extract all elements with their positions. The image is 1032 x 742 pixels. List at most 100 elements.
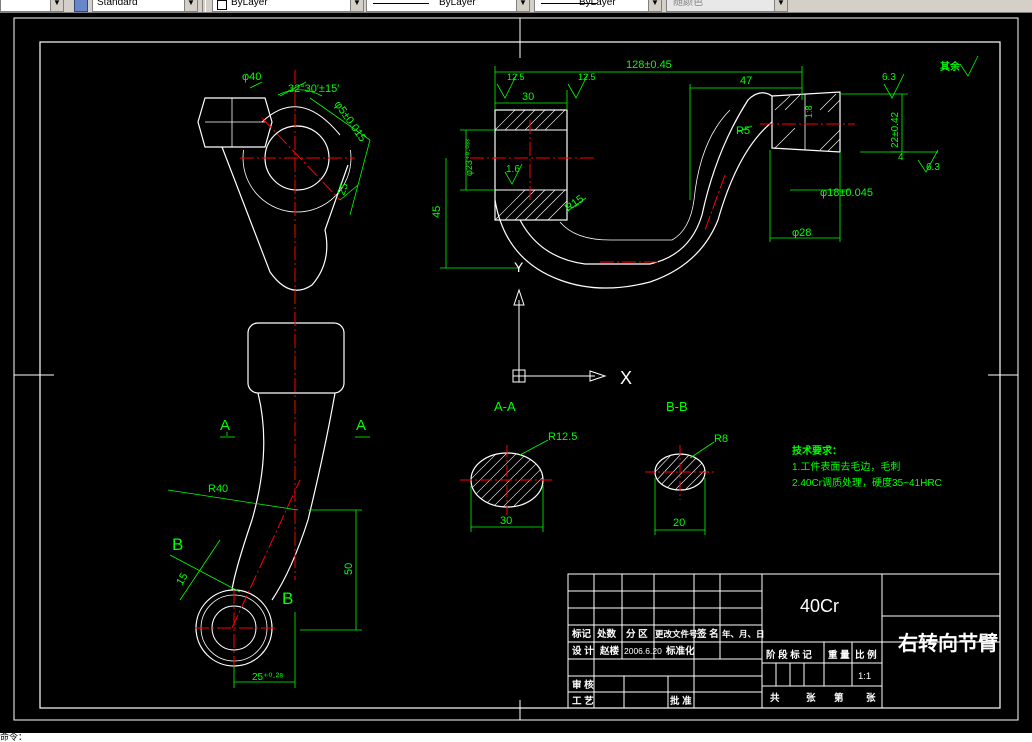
- tb-zhongliang: 重 量: [828, 649, 850, 661]
- plot-style-combo[interactable]: 随颜色 ▼: [666, 0, 788, 12]
- dim-128: 128±0.45: [626, 59, 672, 71]
- tb-h-gengai: 更改文件号: [655, 629, 698, 639]
- chevron-down-icon[interactable]: ▼: [50, 0, 63, 11]
- rough-right-b: 6.3: [926, 162, 940, 173]
- section-a-left: A: [220, 417, 230, 434]
- dim-r40: R40: [208, 483, 228, 495]
- tb-pizhun: 批 准: [670, 695, 692, 707]
- ucs-x-label: X: [620, 368, 632, 388]
- tb-shenhe: 审 核: [572, 679, 594, 691]
- roughness-symbols: [496, 55, 979, 185]
- section-a-right: A: [356, 417, 366, 434]
- front-view-centerlines: [470, 120, 855, 263]
- drawing-frame: [39, 41, 1001, 709]
- tb-zhang2: 张: [866, 692, 876, 704]
- dim-30-front: 30: [522, 91, 534, 103]
- dim-r5: R5: [736, 125, 750, 137]
- dim-phi5: φ5±0.015: [332, 99, 369, 144]
- tb-design-date: 2006.6.20: [624, 646, 662, 656]
- dim-4: 4: [898, 152, 904, 163]
- rough-inner: 1.6: [506, 164, 520, 175]
- top-view: φ40 32°30′±15′ φ5±0.015 25 A A R40 B B 1…: [167, 70, 371, 688]
- tech-req-title: 技术要求：: [792, 444, 842, 457]
- rough-mid: 12.5: [578, 72, 596, 82]
- rough-right: 6.3: [882, 72, 896, 83]
- tb-bili: 比 例: [855, 649, 877, 661]
- drawing-canvas[interactable]: φ40 32°30′±15′ φ5±0.015 25 A A R40 B B 1…: [0, 12, 1032, 733]
- front-view: 128±0.45 47 30 12.5 12.5 6.3 6.3 1.6 φ23…: [431, 55, 979, 289]
- dim-aa-30: 30: [500, 515, 512, 527]
- lineweight-combo[interactable]: ByLayer ▼: [534, 0, 662, 12]
- dim-phi23: φ23⁺⁰·⁰³³: [464, 139, 474, 176]
- tb-di: 第: [834, 692, 844, 704]
- text-style-combo[interactable]: Standard ▼: [92, 0, 198, 12]
- dim-taper: 1:8: [804, 105, 814, 118]
- tb-sheji: 设 计: [572, 645, 594, 657]
- tb-h-qianming: 签 名: [696, 628, 719, 640]
- dim-bb-20: 20: [673, 517, 685, 529]
- rough-left: 12.5: [507, 72, 525, 82]
- dim-angle: 32°30′±15′: [288, 83, 339, 95]
- chevron-down-icon[interactable]: ▼: [648, 0, 661, 11]
- title-block: 标记 处数 分 区 更改文件号 签 名 年、月、日 设 计 赵楼 2006.6.…: [567, 573, 1001, 709]
- boss-outline: [247, 322, 345, 394]
- dim-r12-5: R12.5: [548, 431, 577, 443]
- tb-zhang1: 张: [806, 692, 816, 704]
- text-style-icon[interactable]: [74, 0, 88, 12]
- rest-label: 其余: [940, 60, 961, 73]
- dim-phi18: φ18±0.045: [820, 187, 873, 199]
- toolbar-separator: [202, 0, 206, 12]
- tb-h-fenqu: 分 区: [626, 628, 648, 640]
- section-bb: B-B R8 20: [645, 399, 728, 535]
- dim-22: 22±0.42: [890, 111, 901, 148]
- chevron-down-icon[interactable]: ▼: [516, 0, 529, 11]
- technical-requirements: 技术要求： 1.工件表面去毛边，毛刺 2.40Cr调质处理，硬度35~41HRC: [792, 444, 942, 489]
- hex-head-outline: [197, 97, 273, 148]
- dim-15: 15: [174, 571, 191, 588]
- centering-marks: [14, 18, 1018, 720]
- lower-arm-left: [231, 392, 265, 591]
- tb-h-biaoji: 标记: [571, 628, 592, 640]
- tb-h-chushu: 处数: [596, 628, 617, 640]
- sheet-outer-border: [13, 17, 1019, 721]
- dim-25-bottom: 25⁺⁰·²⁸: [252, 672, 283, 683]
- tb-designer: 赵楼: [599, 645, 620, 657]
- hatching-right: [774, 93, 841, 152]
- arm-upper-edge: [519, 92, 773, 265]
- previous-combo[interactable]: ▼: [0, 0, 64, 12]
- dim-phi40: φ40: [242, 71, 261, 83]
- chevron-down-icon[interactable]: ▼: [350, 0, 363, 11]
- layer-color-combo[interactable]: ByLayer ▼: [212, 0, 364, 12]
- top-view-centerlines: [195, 70, 355, 668]
- lower-arm-right: [271, 392, 336, 601]
- section-bb-title: B-B: [666, 399, 688, 414]
- ucs-icon: Y X: [512, 259, 632, 388]
- section-aa: A-A R12.5 30: [460, 399, 577, 532]
- dim-r8: R8: [714, 433, 728, 445]
- command-line[interactable]: 命令：: [0, 733, 1032, 742]
- tb-jieduan: 阶 段 标 记: [766, 649, 812, 661]
- section-b-right: B: [282, 589, 293, 608]
- chevron-down-icon[interactable]: ▼: [774, 0, 787, 11]
- tb-scale: 1:1: [858, 671, 871, 682]
- dim-50: 50: [343, 563, 355, 575]
- taper-pin: [771, 91, 841, 153]
- upper-arm-outline: [221, 146, 349, 291]
- linetype-sample: [373, 3, 429, 4]
- color-swatch-icon: [217, 0, 227, 10]
- tb-part-name: 右转向节臂: [898, 631, 998, 655]
- arm-lower-edge: [494, 121, 773, 289]
- tech-req-line2: 2.40Cr调质处理，硬度35~41HRC: [792, 476, 942, 489]
- chevron-down-icon[interactable]: ▼: [184, 0, 197, 11]
- ucs-y-label: Y: [514, 259, 524, 275]
- section-aa-title: A-A: [494, 399, 516, 414]
- dim-25: 25: [336, 181, 351, 197]
- tb-material: 40Cr: [800, 596, 839, 616]
- dim-47: 47: [740, 75, 752, 87]
- tb-biaozhunhua: 标准化: [665, 645, 695, 657]
- tb-h-date: 年、月、日: [722, 629, 765, 639]
- tech-req-line1: 1.工件表面去毛边，毛刺: [792, 460, 900, 473]
- linetype-combo[interactable]: ByLayer ▼: [366, 0, 530, 12]
- dim-45: 45: [431, 206, 443, 218]
- tb-gongyi: 工 艺: [572, 695, 594, 707]
